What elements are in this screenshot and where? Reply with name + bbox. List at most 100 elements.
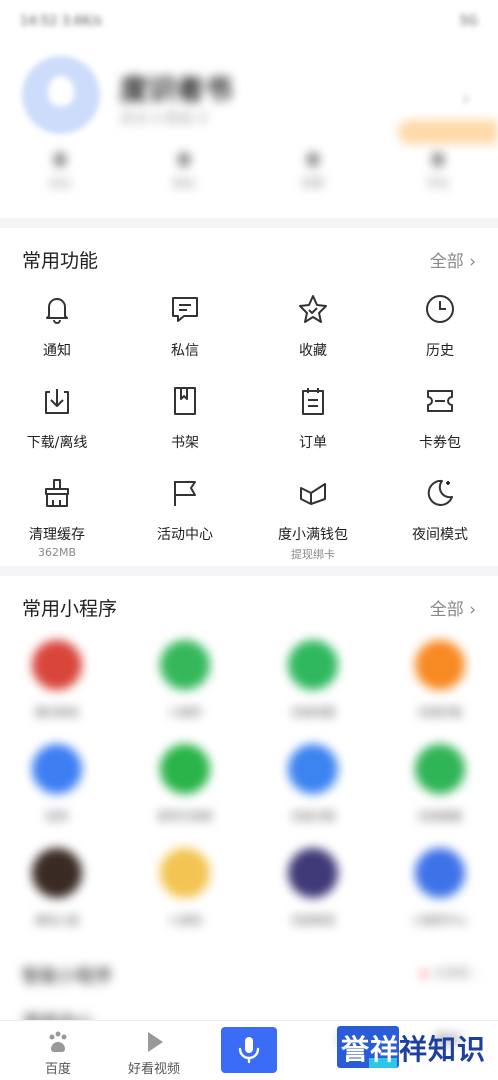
mini-program-icon — [160, 640, 210, 690]
function-label: 活动中心 — [157, 527, 213, 543]
mini-program-item[interactable]: 爱奇艺视频 — [130, 744, 240, 824]
clock-icon — [426, 295, 454, 323]
profile-subinfo: 关注 0 粉丝 0 — [120, 111, 208, 127]
mini-program-label: 百度识图 — [291, 810, 335, 823]
see-all-link[interactable]: 全部 › — [430, 247, 476, 272]
function-label: 清理缓存 — [29, 527, 85, 543]
star-icon — [299, 295, 327, 323]
mini-program-item[interactable]: 小游戏 — [130, 848, 240, 928]
function-label: 夜间模式 — [412, 527, 468, 543]
mini-program-icon — [288, 640, 338, 690]
stat-label: 粉丝 — [173, 177, 195, 190]
mini-program-item[interactable]: 小程序中心 — [385, 848, 495, 928]
smart-mini-program-title: 智能小程序 — [22, 966, 112, 987]
mini-program-item[interactable]: 重庆美食 — [2, 640, 112, 720]
mini-program-icon — [32, 848, 82, 898]
see-all-label: 全部 — [429, 600, 464, 620]
mini-program-label: 百度好看 — [418, 706, 462, 719]
stat-num: 0 — [177, 150, 191, 171]
stat-num: 0 — [53, 150, 67, 171]
mini-program-item[interactable]: 百度萌宠 — [258, 848, 368, 928]
smart-mini-program-row[interactable]: 智能小程序 去看看 › — [22, 958, 478, 988]
mini-program-item[interactable]: 百度识图 — [258, 744, 368, 824]
chevron-right-icon[interactable]: › — [462, 86, 470, 110]
wallet-icon — [300, 483, 326, 505]
status-network: 5G — [459, 14, 478, 29]
function-label: 通知 — [43, 343, 71, 359]
mini-program-icon — [160, 744, 210, 794]
nav-label: 百度 — [44, 1062, 71, 1077]
stat-item[interactable]: 0 粉丝 — [144, 150, 224, 191]
username[interactable]: 度识者书 — [120, 68, 232, 108]
function-wallet[interactable]: 度小满钱包 提现绑卡 — [258, 476, 368, 562]
watermark-text: 誉祥祥知识 — [341, 1028, 486, 1068]
function-notify[interactable]: 通知 — [2, 292, 112, 360]
flag-icon — [174, 481, 196, 506]
download-icon — [45, 389, 69, 414]
microphone-icon — [238, 1037, 260, 1064]
stat-num: 0 — [431, 150, 445, 171]
function-night-mode[interactable]: 夜间模式 — [385, 476, 495, 544]
mini-program-item[interactable]: 美味小屋 — [2, 848, 112, 928]
watermark: 誉祥祥知识 — [337, 1020, 487, 1072]
smart-mini-program-link-label: 去看看 — [433, 966, 470, 980]
mini-program-label: 小程序中心 — [412, 914, 468, 927]
avatar[interactable] — [22, 56, 100, 134]
mini-program-label: 小游戏 — [168, 914, 202, 927]
mini-program-label: 贴吧 — [46, 810, 68, 823]
promo-badge[interactable] — [398, 120, 498, 144]
function-download[interactable]: 下载/离线 — [2, 384, 112, 452]
broom-icon — [45, 479, 69, 507]
mini-programs-card: 常用小程序 全部 › 重庆美食 小程序 百度地图 百度好看 贴吧 爱奇艺视频 百… — [0, 576, 498, 1033]
function-label: 书架 — [171, 435, 199, 451]
mini-program-icon — [32, 744, 82, 794]
function-clear-cache[interactable]: 清理缓存 362MB — [2, 476, 112, 559]
stat-item[interactable]: 0 关注 — [20, 150, 100, 191]
function-order[interactable]: 订单 — [258, 384, 368, 452]
function-message[interactable]: 私信 — [130, 292, 240, 360]
coupon-icon — [427, 390, 453, 412]
function-sublabel: 362MB — [37, 546, 77, 559]
mini-program-icon — [288, 848, 338, 898]
function-label: 收藏 — [299, 343, 327, 359]
function-bookshelf[interactable]: 书架 — [130, 384, 240, 452]
function-label: 下载/离线 — [26, 435, 88, 451]
function-coupon[interactable]: 卡券包 — [385, 384, 495, 452]
nav-video[interactable]: 好看视频 — [104, 1029, 204, 1077]
watermark-text-a: 誉祥 — [341, 1033, 400, 1066]
status-bar: 14:52 3.6K/s 5G — [20, 14, 478, 34]
function-label: 卡券包 — [419, 435, 461, 451]
mini-program-label: 重庆美食 — [35, 706, 79, 719]
function-label: 度小满钱包 — [278, 527, 348, 543]
mini-program-icon — [415, 848, 465, 898]
function-activity[interactable]: 活动中心 — [130, 476, 240, 544]
see-all-link[interactable]: 全部 › — [430, 595, 476, 620]
mini-program-item[interactable]: 百度地图 — [258, 640, 368, 720]
smart-mini-program-link: 去看看 › — [421, 964, 478, 981]
mini-program-item[interactable]: 百度健康 — [385, 744, 495, 824]
voice-search-button[interactable] — [221, 1027, 277, 1073]
mini-program-icon — [415, 744, 465, 794]
bookshelf-icon — [174, 387, 196, 415]
nav-label: 好看视频 — [127, 1062, 180, 1077]
stats-row: 0 关注 0 粉丝 0 获赞 0 评论 — [0, 150, 498, 206]
mini-program-item[interactable]: 贴吧 — [2, 744, 112, 824]
see-all-label: 全部 — [429, 252, 464, 272]
nav-home[interactable]: 百度 — [8, 1029, 108, 1077]
bell-icon — [46, 298, 68, 324]
mini-program-item[interactable]: 百度好看 — [385, 640, 495, 720]
mini-program-icon — [415, 640, 465, 690]
mini-program-label: 美味小屋 — [35, 914, 79, 927]
stat-label: 获赞 — [302, 177, 324, 190]
function-favorite[interactable]: 收藏 — [258, 292, 368, 360]
mini-program-icon — [160, 848, 210, 898]
red-dot-icon — [421, 970, 428, 977]
function-sublabel: 提现绑卡 — [291, 548, 335, 561]
mini-program-label: 小程序 — [168, 706, 202, 719]
mini-program-item[interactable]: 小程序 — [130, 640, 240, 720]
function-history[interactable]: 历史 — [385, 292, 495, 360]
stat-num: 0 — [306, 150, 320, 171]
common-functions-card: 常用功能 全部 › 通知 私信 收藏 历史 下载/离线 书架 订单 卡券包 清理… — [0, 228, 498, 566]
stat-item[interactable]: 0 获赞 — [273, 150, 353, 191]
stat-item[interactable]: 0 评论 — [398, 150, 478, 191]
